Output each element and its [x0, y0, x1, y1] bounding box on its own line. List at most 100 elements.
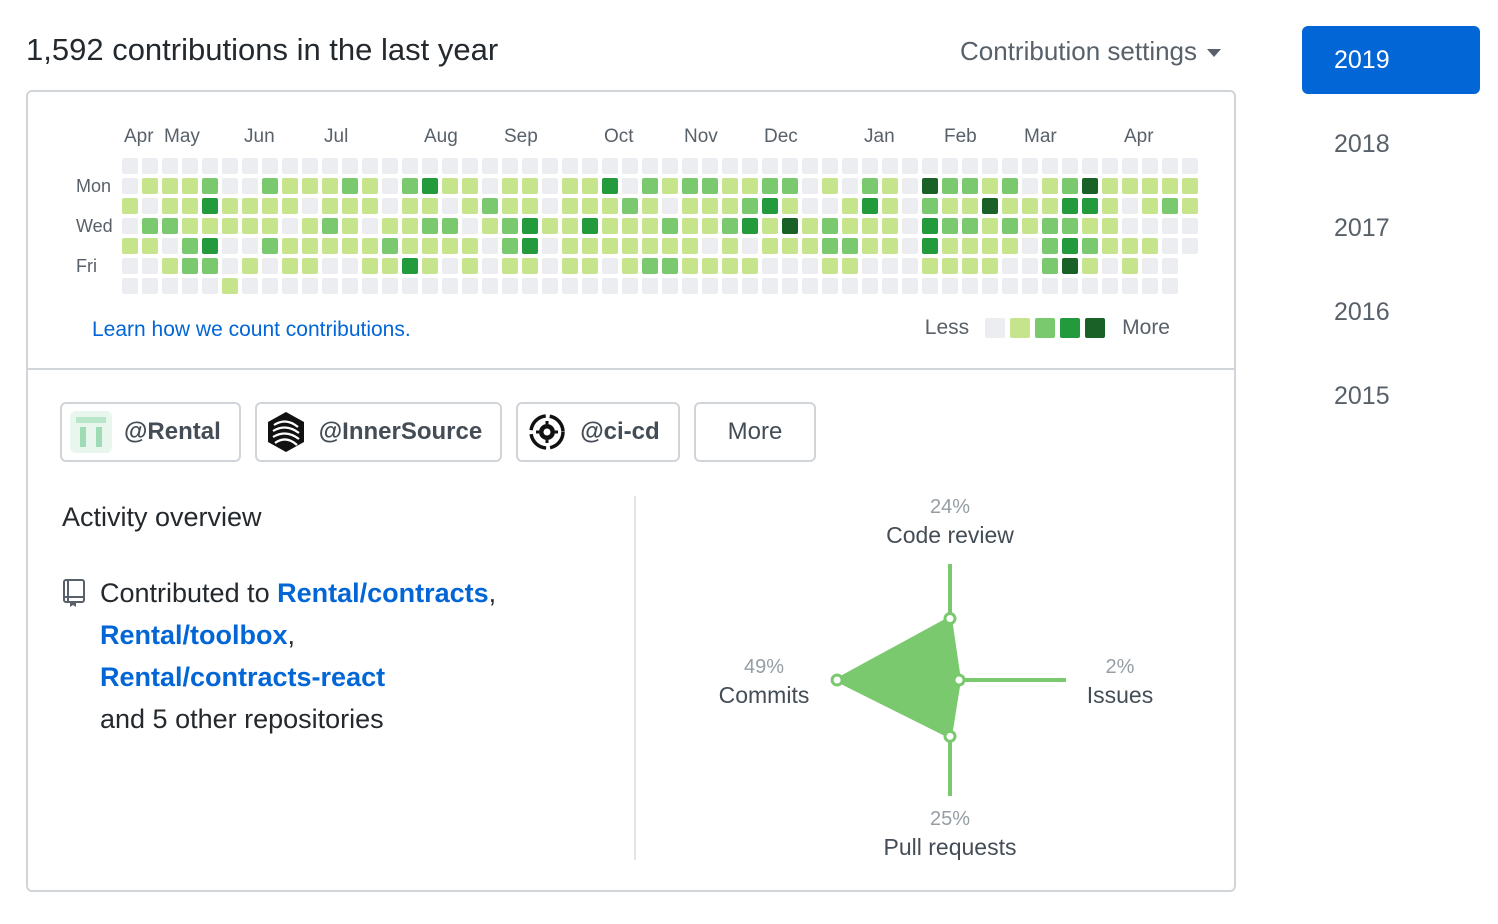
calendar-day-cell[interactable] [922, 178, 938, 194]
calendar-day-cell[interactable] [462, 158, 478, 174]
calendar-day-cell[interactable] [802, 238, 818, 254]
calendar-day-cell[interactable] [362, 258, 378, 274]
calendar-day-cell[interactable] [222, 158, 238, 174]
calendar-day-cell[interactable] [702, 178, 718, 194]
calendar-day-cell[interactable] [462, 198, 478, 214]
calendar-day-cell[interactable] [922, 238, 938, 254]
calendar-day-cell[interactable] [262, 238, 278, 254]
calendar-day-cell[interactable] [522, 278, 538, 294]
calendar-day-cell[interactable] [1142, 238, 1158, 254]
calendar-day-cell[interactable] [242, 178, 258, 194]
calendar-day-cell[interactable] [822, 178, 838, 194]
calendar-day-cell[interactable] [1062, 238, 1078, 254]
calendar-day-cell[interactable] [122, 218, 138, 234]
calendar-day-cell[interactable] [602, 198, 618, 214]
calendar-day-cell[interactable] [902, 218, 918, 234]
calendar-day-cell[interactable] [722, 198, 738, 214]
calendar-day-cell[interactable] [202, 278, 218, 294]
calendar-day-cell[interactable] [282, 158, 298, 174]
calendar-day-cell[interactable] [722, 258, 738, 274]
calendar-day-cell[interactable] [582, 218, 598, 234]
calendar-day-cell[interactable] [402, 258, 418, 274]
calendar-day-cell[interactable] [1162, 278, 1178, 294]
calendar-day-cell[interactable] [1122, 158, 1138, 174]
calendar-day-cell[interactable] [922, 158, 938, 174]
calendar-day-cell[interactable] [242, 198, 258, 214]
calendar-day-cell[interactable] [742, 238, 758, 254]
calendar-day-cell[interactable] [542, 178, 558, 194]
calendar-day-cell[interactable] [302, 178, 318, 194]
calendar-day-cell[interactable] [542, 218, 558, 234]
calendar-day-cell[interactable] [1002, 258, 1018, 274]
calendar-day-cell[interactable] [1082, 278, 1098, 294]
calendar-day-cell[interactable] [1042, 278, 1058, 294]
more-orgs-button[interactable]: More [693, 402, 817, 462]
year-button[interactable]: 2015 [1302, 362, 1480, 430]
calendar-day-cell[interactable] [422, 198, 438, 214]
calendar-day-cell[interactable] [1162, 238, 1178, 254]
calendar-day-cell[interactable] [962, 218, 978, 234]
calendar-day-cell[interactable] [1082, 218, 1098, 234]
calendar-day-cell[interactable] [802, 158, 818, 174]
calendar-day-cell[interactable] [582, 258, 598, 274]
calendar-day-cell[interactable] [762, 158, 778, 174]
calendar-day-cell[interactable] [462, 258, 478, 274]
calendar-day-cell[interactable] [862, 158, 878, 174]
calendar-day-cell[interactable] [962, 178, 978, 194]
calendar-day-cell[interactable] [542, 278, 558, 294]
calendar-day-cell[interactable] [422, 278, 438, 294]
calendar-day-cell[interactable] [662, 178, 678, 194]
calendar-day-cell[interactable] [682, 258, 698, 274]
calendar-day-cell[interactable] [1082, 158, 1098, 174]
calendar-day-cell[interactable] [282, 198, 298, 214]
calendar-day-cell[interactable] [362, 238, 378, 254]
calendar-day-cell[interactable] [762, 238, 778, 254]
calendar-day-cell[interactable] [1162, 158, 1178, 174]
calendar-day-cell[interactable] [302, 278, 318, 294]
calendar-day-cell[interactable] [1082, 238, 1098, 254]
calendar-day-cell[interactable] [502, 258, 518, 274]
calendar-day-cell[interactable] [1022, 178, 1038, 194]
calendar-day-cell[interactable] [662, 198, 678, 214]
calendar-day-cell[interactable] [562, 258, 578, 274]
calendar-day-cell[interactable] [682, 178, 698, 194]
calendar-day-cell[interactable] [942, 218, 958, 234]
calendar-day-cell[interactable] [182, 158, 198, 174]
calendar-day-cell[interactable] [582, 198, 598, 214]
calendar-day-cell[interactable] [1162, 198, 1178, 214]
calendar-day-cell[interactable] [502, 198, 518, 214]
calendar-day-cell[interactable] [482, 158, 498, 174]
calendar-day-cell[interactable] [222, 178, 238, 194]
calendar-day-cell[interactable] [442, 178, 458, 194]
calendar-day-cell[interactable] [622, 198, 638, 214]
calendar-day-cell[interactable] [542, 158, 558, 174]
contribution-settings-dropdown[interactable]: Contribution settings [960, 36, 1222, 67]
calendar-day-cell[interactable] [1122, 258, 1138, 274]
org-button-ci-cd[interactable]: @ci-cd [516, 402, 680, 462]
calendar-day-cell[interactable] [142, 278, 158, 294]
calendar-day-cell[interactable] [442, 278, 458, 294]
calendar-day-cell[interactable] [282, 178, 298, 194]
calendar-day-cell[interactable] [1002, 178, 1018, 194]
calendar-day-cell[interactable] [342, 278, 358, 294]
calendar-day-cell[interactable] [882, 178, 898, 194]
calendar-day-cell[interactable] [162, 278, 178, 294]
calendar-day-cell[interactable] [622, 218, 638, 234]
calendar-day-cell[interactable] [702, 278, 718, 294]
calendar-day-cell[interactable] [442, 158, 458, 174]
calendar-day-cell[interactable] [622, 278, 638, 294]
calendar-day-cell[interactable] [182, 238, 198, 254]
calendar-day-cell[interactable] [242, 218, 258, 234]
calendar-day-cell[interactable] [842, 218, 858, 234]
calendar-day-cell[interactable] [622, 158, 638, 174]
org-button-innersource[interactable]: @InnerSource [254, 402, 503, 462]
calendar-day-cell[interactable] [1162, 258, 1178, 274]
calendar-day-cell[interactable] [742, 218, 758, 234]
calendar-day-cell[interactable] [882, 258, 898, 274]
calendar-day-cell[interactable] [322, 198, 338, 214]
calendar-day-cell[interactable] [662, 218, 678, 234]
calendar-day-cell[interactable] [782, 238, 798, 254]
calendar-day-cell[interactable] [922, 278, 938, 294]
calendar-day-cell[interactable] [242, 238, 258, 254]
calendar-day-cell[interactable] [682, 278, 698, 294]
